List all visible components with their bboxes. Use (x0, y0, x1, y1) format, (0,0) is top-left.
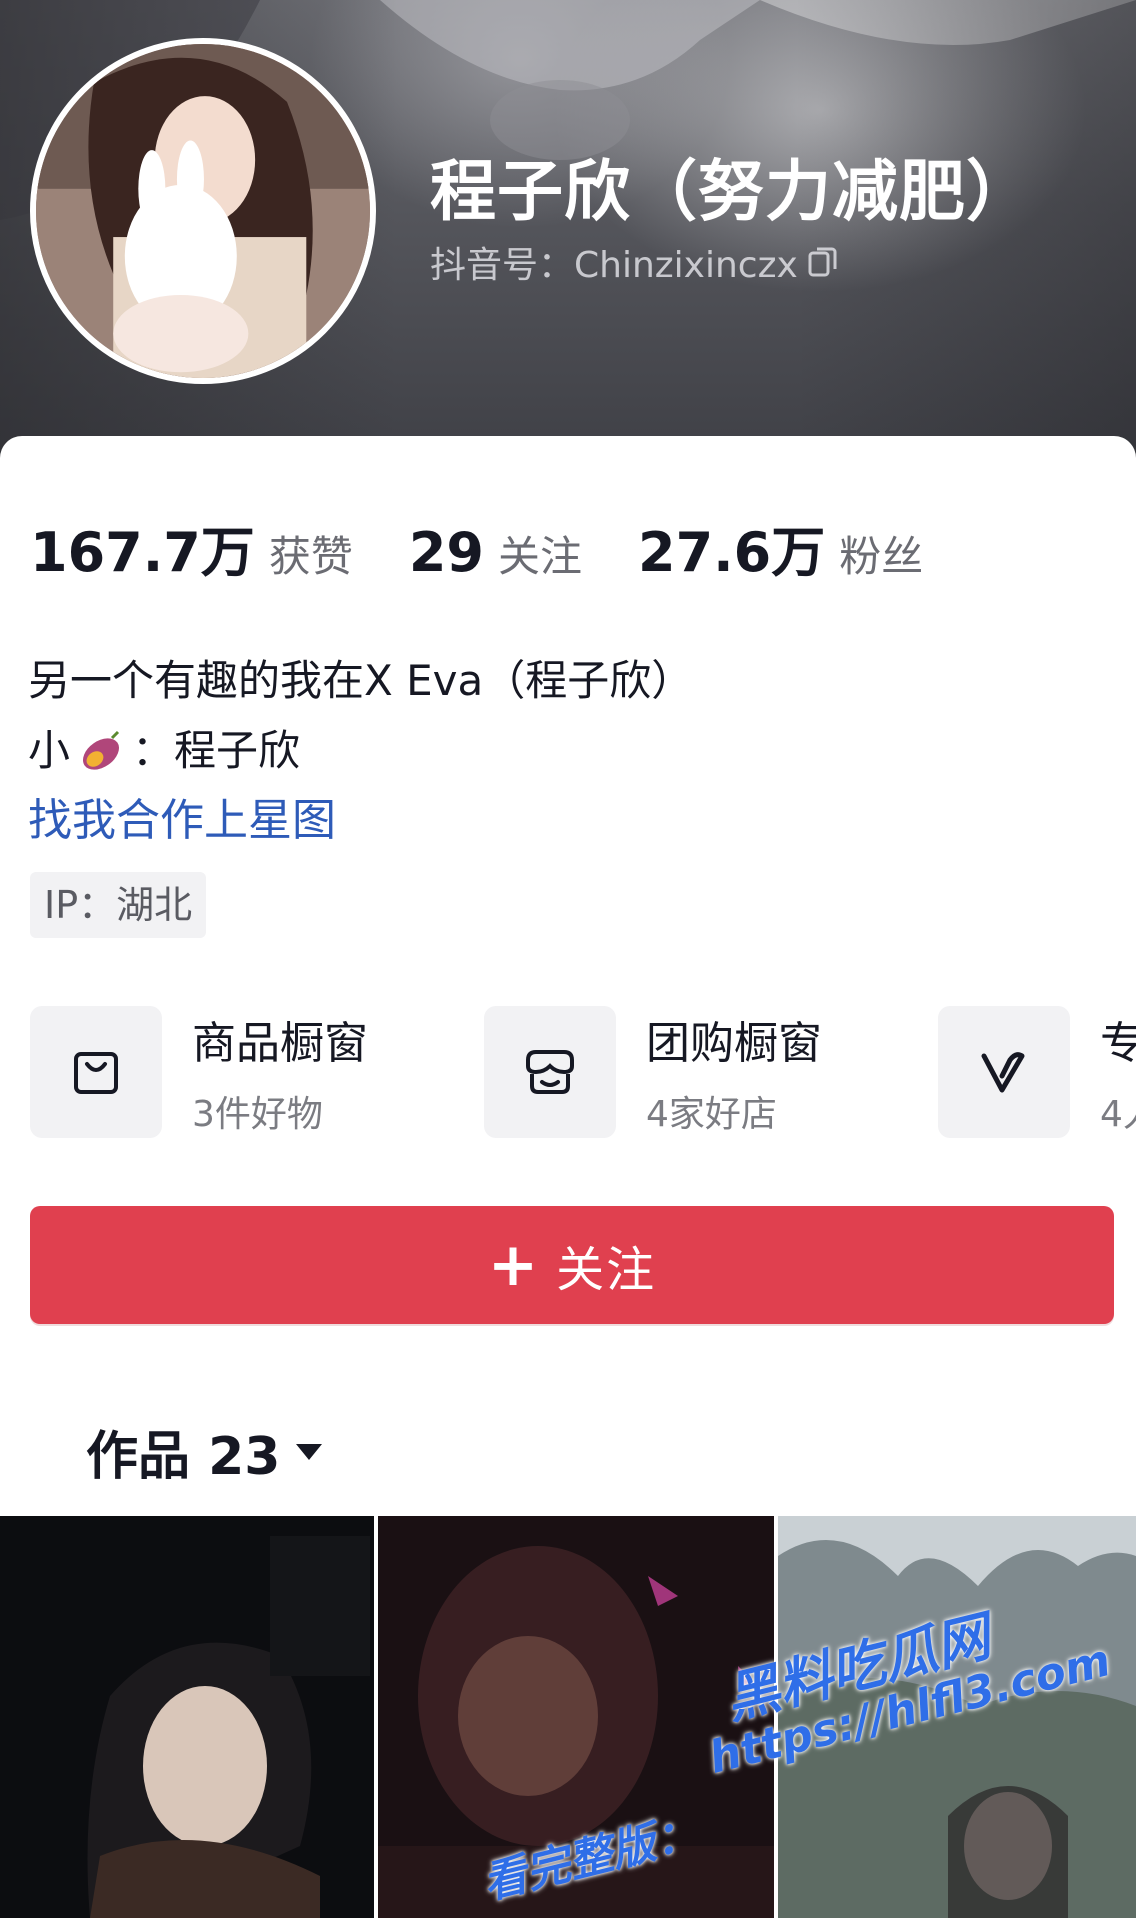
bio: 另一个有趣的我在X Eva（程子欣） 小 ：程子欣 找我合作上星图 (28, 646, 693, 856)
profile-page: 程子欣（努力减肥） 抖音号：Chinzixinczx 167.7万 获赞 29 … (0, 0, 1136, 1918)
shop-entries-row: 商品橱窗 3件好物 团购橱窗 4家好店 专 4 (30, 1006, 1136, 1140)
plus-icon: + (487, 1230, 541, 1300)
follow-button[interactable]: + 关注 (30, 1206, 1114, 1324)
bio-line-1: 另一个有趣的我在X Eva（程子欣） (28, 656, 694, 705)
shop-entry-groupbuy-sub: 4家好店 (646, 1094, 777, 1135)
store-icon (484, 1006, 616, 1138)
video-thumbnail[interactable] (0, 1516, 374, 1918)
stats-row: 167.7万 获赞 29 关注 27.6万 粉丝 (30, 508, 979, 587)
stat-following-value: 29 (408, 521, 484, 584)
stat-likes[interactable]: 167.7万 获赞 (30, 508, 353, 587)
caret-down-icon (294, 1441, 324, 1463)
stat-followers-value: 27.6万 (638, 521, 826, 584)
sweet-potato-icon (76, 726, 126, 776)
stat-followers-label: 粉丝 (839, 532, 924, 581)
profile-nickname: 程子欣（努力减肥） (430, 153, 1033, 230)
collab-link[interactable]: 找我合作上星图 (28, 786, 693, 856)
stat-following-label: 关注 (497, 532, 582, 581)
ip-location-tag: IP：湖北 (30, 872, 207, 938)
stat-followers[interactable]: 27.6万 粉丝 (638, 508, 923, 587)
copy-icon[interactable] (808, 245, 838, 279)
shop-entry-groupbuy-title: 团购橱窗 (646, 1018, 822, 1069)
shop-entry-special-sub: 4人 (1100, 1094, 1136, 1135)
shop-entry-goods[interactable]: 商品橱窗 3件好物 (30, 1006, 368, 1138)
shop-entry-goods-sub: 3件好物 (192, 1094, 323, 1135)
shop-entry-special-title: 专 (1100, 1018, 1136, 1069)
stat-likes-value: 167.7万 (30, 521, 255, 584)
shop-entry-groupbuy[interactable]: 团购橱窗 4家好店 (484, 1006, 822, 1138)
bio-line-2: 小 ：程子欣 (28, 716, 693, 786)
stat-likes-label: 获赞 (268, 532, 353, 581)
shopping-bag-icon (30, 1006, 162, 1138)
bio-line-2-suffix: ：程子欣 (132, 726, 301, 775)
shop-entry-goods-title: 商品橱窗 (192, 1018, 368, 1069)
v-icon (938, 1006, 1070, 1138)
tab-works-label: 作品 23 (86, 1427, 281, 1487)
shop-entry-special[interactable]: 专 4人 (938, 1006, 1136, 1138)
douyin-id: 抖音号：Chinzixinczx (430, 245, 798, 286)
tab-works[interactable]: 作品 23 (86, 1414, 324, 1489)
douyin-id-row[interactable]: 抖音号：Chinzixinczx (430, 236, 838, 288)
bio-line-2-prefix: 小 (28, 726, 71, 775)
stat-following[interactable]: 29 关注 (409, 521, 582, 584)
follow-button-label: 关注 (556, 1242, 657, 1298)
avatar[interactable] (30, 38, 376, 384)
avatar-photo (36, 44, 370, 378)
